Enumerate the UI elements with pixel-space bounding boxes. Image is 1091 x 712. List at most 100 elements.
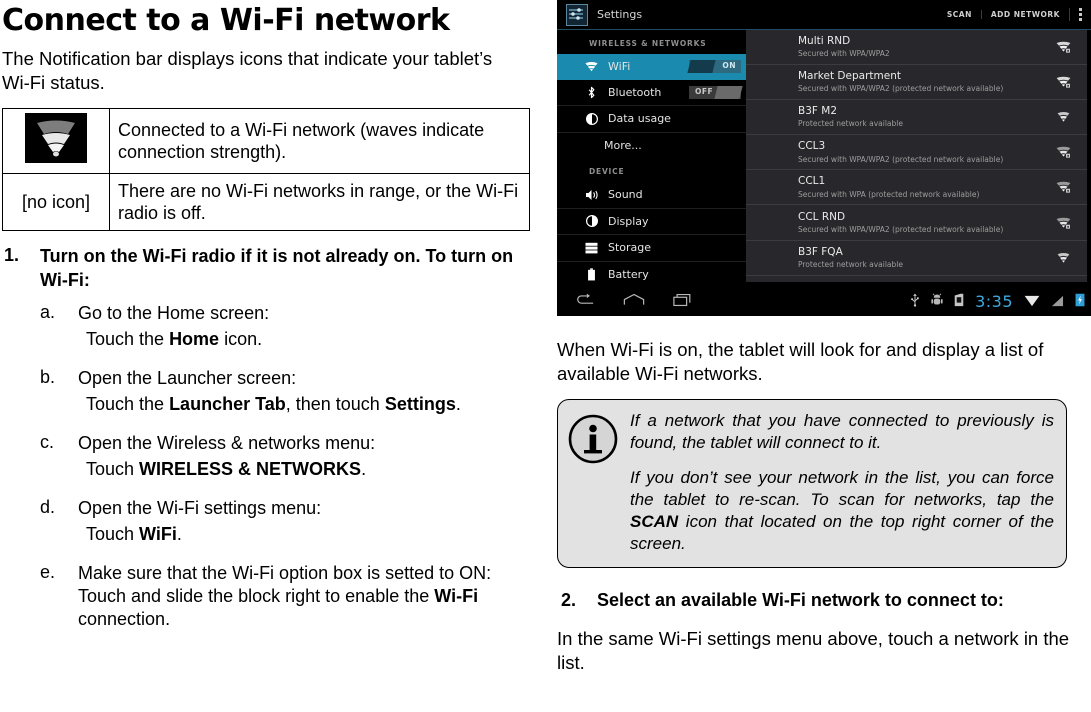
wifi-signal-secured-icon: [1053, 76, 1073, 88]
wifi-network-text: B3F M2 Protected network available: [798, 105, 1053, 129]
status-clock: 3:35: [975, 292, 1013, 311]
wifi-network-name: Market Department: [798, 70, 901, 83]
wifi-network-security: Protected network available: [798, 119, 903, 129]
sidebar-item-display[interactable]: Display: [557, 209, 749, 235]
page-root: Connect to a Wi-Fi network The Notificat…: [0, 0, 1091, 712]
sidebar-item-storage[interactable]: Storage: [557, 235, 749, 262]
table-cell-icon: [2, 108, 110, 174]
substep-c-action-bold: WIRELESS & NETWORKS: [139, 459, 362, 480]
scan-button[interactable]: SCAN: [938, 10, 981, 19]
substep-e: e. Make sure that the Wi-Fi option box i…: [40, 562, 540, 631]
overflow-menu-icon[interactable]: [1069, 8, 1091, 21]
wifi-network-name: Multi RND: [798, 35, 851, 48]
wifi-network-row[interactable]: CCL RND Secured with WPA/WPA2 (protected…: [746, 205, 1087, 241]
table-row: Connected to a Wi-Fi network (waves indi…: [2, 108, 530, 174]
wifi-network-row[interactable]: Multi RND Secured with WPA/WPA2: [746, 30, 1087, 66]
wifi-network-row[interactable]: CCL1 Secured with WPA (protected network…: [746, 170, 1087, 206]
substep-c-text: Open the Wireless & networks menu:: [78, 433, 376, 454]
sidebar-group-label-wireless: WIRELESS & NETWORKS: [589, 39, 707, 48]
back-icon[interactable]: [575, 292, 595, 311]
battery-charging-icon: [1075, 292, 1085, 311]
home-icon[interactable]: [623, 292, 645, 311]
bluetooth-toggle-knob: [714, 85, 743, 99]
no-icon-label: [no icon]: [21, 191, 91, 212]
sidebar-item-more[interactable]: More...: [557, 133, 749, 159]
page-title: Connect to a Wi-Fi network: [2, 3, 450, 38]
wifi-network-row[interactable]: B3F M2 Protected network available: [746, 100, 1087, 136]
sidebar-item-label-storage: Storage: [608, 241, 652, 255]
substep-e-text-bold: Wi-Fi: [434, 586, 479, 607]
wifi-network-security: Secured with WPA/WPA2 (protected network…: [798, 224, 1004, 234]
table-cell-icon: [no icon]: [2, 172, 110, 232]
sidebar-item-wifi[interactable]: WiFi ON: [557, 54, 749, 80]
sound-icon: [584, 189, 599, 201]
substep-b-letter: b.: [40, 367, 56, 388]
substep-a-letter: a.: [40, 302, 56, 323]
info-icon: [568, 410, 618, 555]
wifi-network-name: CCL3: [798, 140, 826, 153]
tablet-action-bar: Settings SCAN ADD NETWORK: [557, 0, 1091, 30]
right-column: Settings SCAN ADD NETWORK WIRELESS & NET…: [557, 0, 1091, 712]
tablet-app-title: Settings: [597, 8, 643, 21]
sidebar-item-label-more: More...: [604, 138, 642, 152]
substep-c: c. Open the Wireless & networks menu: To…: [40, 432, 540, 481]
sidebar-item-battery[interactable]: Battery: [557, 262, 749, 288]
adb-icon: [931, 292, 943, 311]
substep-d-letter: d.: [40, 497, 56, 518]
add-network-button[interactable]: ADD NETWORK: [980, 10, 1069, 19]
tablet-body: WIRELESS & NETWORKS WiFi ON Bluetooth OF…: [557, 30, 1091, 288]
wifi-signal-secured-icon: [1053, 146, 1073, 158]
table-row: [no icon] There are no Wi-Fi networks in…: [2, 172, 530, 232]
wifi-network-security: Secured with WPA/WPA2 (protected network…: [798, 84, 1004, 94]
recents-icon[interactable]: [673, 292, 693, 311]
wifi-network-text: CCL RND Secured with WPA/WPA2 (protected…: [798, 211, 1053, 235]
substep-c-action-suffix: .: [361, 459, 367, 480]
settings-sliders-icon: [566, 3, 588, 26]
sidebar-item-data-usage[interactable]: Data usage: [557, 106, 749, 133]
wifi-network-row[interactable]: CCL3 Secured with WPA/WPA2 (protected ne…: [746, 135, 1087, 171]
wifi-network-text: Multi RND Secured with WPA/WPA2: [798, 35, 1053, 59]
info-note-box: If a network that you have connected to …: [557, 399, 1067, 568]
info-note-paragraph-1: If a network that you have connected to …: [630, 411, 1054, 453]
substep-a-action-prefix: Touch the: [86, 329, 170, 350]
step-2: 2. Select an available Wi-Fi network to …: [557, 590, 1091, 611]
wifi-network-name: B3F FQA: [798, 245, 843, 258]
substep-b-action-prefix: Touch the: [86, 394, 170, 415]
substep-a-action: Touch the Home icon.: [78, 328, 556, 351]
usb-icon: [910, 292, 920, 311]
table-cell-description: Connected to a Wi-Fi network (waves indi…: [109, 108, 530, 174]
wifi-network-text: B3F FQA Protected network available: [798, 246, 1053, 270]
substep-c-action: Touch WIRELESS & NETWORKS.: [78, 458, 556, 481]
wifi-network-text: Market Department Secured with WPA/WPA2 …: [798, 70, 1053, 94]
wifi-signal-open-icon: [1053, 111, 1073, 123]
wifi-network-security: Secured with WPA/WPA2: [798, 49, 890, 59]
info-note-p2-bold: SCAN: [630, 511, 679, 531]
wifi-network-row[interactable]: Market Department Secured with WPA/WPA2 …: [746, 65, 1087, 101]
wifi-toggle-knob: [687, 60, 716, 74]
tablet-action-buttons: SCAN ADD NETWORK: [938, 8, 1091, 21]
wifi-icon: [584, 61, 599, 72]
wifi-network-text: CCL1 Secured with WPA (protected network…: [798, 175, 1053, 199]
sidebar-item-bluetooth[interactable]: Bluetooth OFF: [557, 80, 749, 106]
wifi-toggle[interactable]: ON: [687, 60, 741, 74]
right-intro-paragraph: When Wi-Fi is on, the tablet will look f…: [557, 339, 1044, 384]
substep-c-action-prefix: Touch: [86, 459, 140, 480]
step-1-number: 1.: [4, 245, 20, 266]
sidebar-item-sound[interactable]: Sound: [557, 182, 749, 209]
substep-a-text: Go to the Home screen:: [78, 303, 270, 324]
wifi-network-name: B3F M2: [798, 105, 838, 118]
substep-b-action-suffix: .: [455, 394, 461, 415]
substep-d-action-prefix: Touch: [86, 524, 140, 545]
sidebar-item-label-battery: Battery: [608, 267, 649, 281]
bluetooth-toggle[interactable]: OFF: [689, 85, 743, 99]
substep-c-letter: c.: [40, 432, 55, 453]
wifi-network-row-partial[interactable]: RND MID: [746, 276, 1087, 282]
wifi-network-list[interactable]: Multi RND Secured with WPA/WPA2 Market D…: [746, 30, 1087, 282]
info-note-p2-suffix: icon that located on the top right corne…: [630, 511, 1054, 553]
step-1-title: Turn on the Wi-Fi radio if it is not alr…: [40, 246, 514, 290]
sidebar-item-label-bluetooth: Bluetooth: [608, 85, 662, 99]
wifi-status-icon-table: Connected to a Wi-Fi network (waves indi…: [2, 108, 530, 232]
tablet-screenshot-figure: Settings SCAN ADD NETWORK WIRELESS & NET…: [557, 0, 1091, 316]
wifi-network-security: Protected network available: [798, 259, 903, 269]
wifi-network-row[interactable]: B3F FQA Protected network available: [746, 241, 1087, 276]
